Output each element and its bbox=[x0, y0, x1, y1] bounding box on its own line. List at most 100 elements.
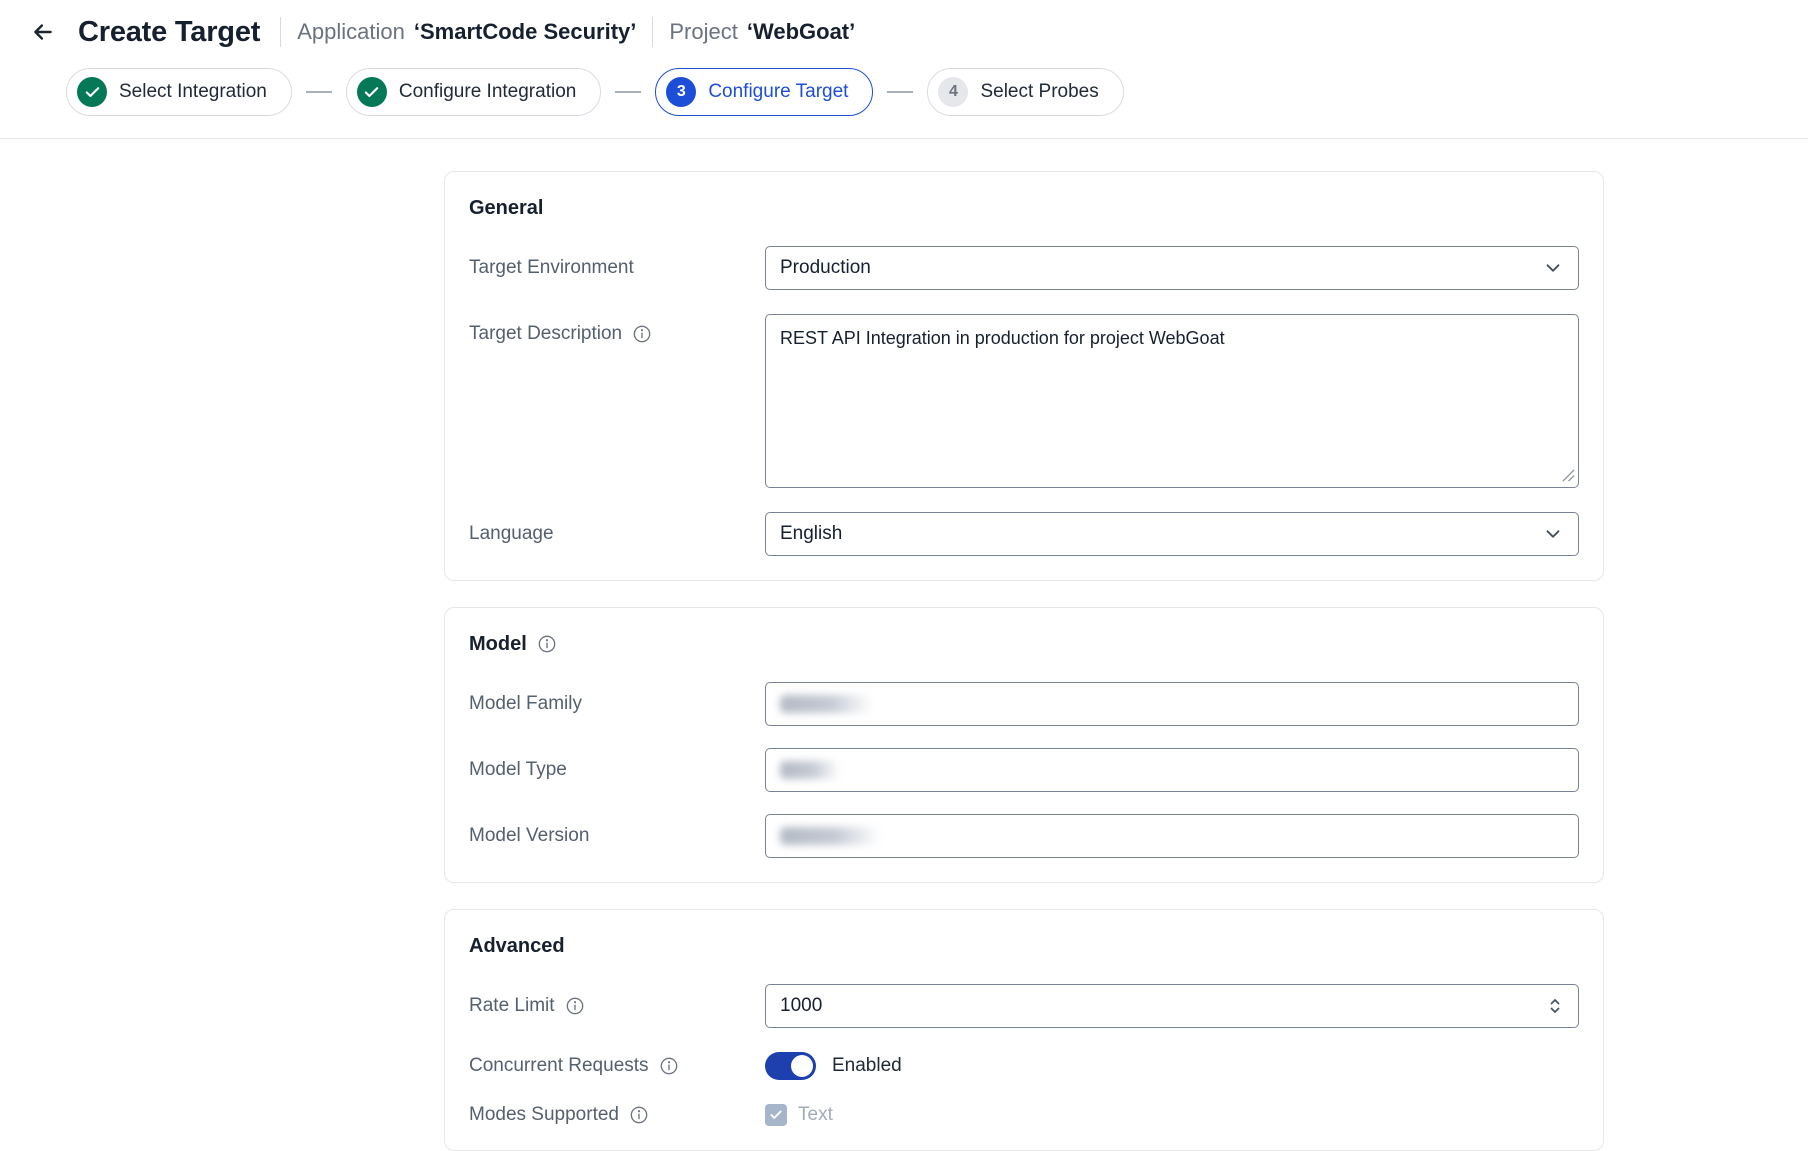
model-version-label-wrap: Model Version bbox=[469, 825, 765, 847]
language-value: English bbox=[780, 523, 842, 545]
project-value: ‘WebGoat’ bbox=[747, 19, 855, 45]
target-description-row: Target Description REST API Integration … bbox=[469, 314, 1579, 488]
mode-text-checkbox[interactable] bbox=[765, 1104, 787, 1126]
model-type-field bbox=[765, 748, 1579, 792]
step-select-probes[interactable]: 4 Select Probes bbox=[927, 68, 1123, 116]
general-section-header: General bbox=[469, 196, 1579, 220]
concurrent-requests-toggle[interactable] bbox=[765, 1052, 816, 1080]
model-type-label: Model Type bbox=[469, 759, 567, 781]
breadcrumb-divider bbox=[280, 17, 281, 47]
model-version-input[interactable] bbox=[765, 814, 1579, 858]
target-description-field: REST API Integration in production for p… bbox=[765, 314, 1579, 488]
model-family-label-wrap: Model Family bbox=[469, 693, 765, 715]
check-icon bbox=[769, 1108, 783, 1122]
model-family-field bbox=[765, 682, 1579, 726]
rate-limit-row: Rate Limit bbox=[469, 984, 1579, 1028]
redacted-value bbox=[780, 761, 840, 779]
toggle-knob bbox=[791, 1055, 813, 1077]
info-icon[interactable] bbox=[659, 1056, 679, 1076]
step-configure-target[interactable]: 3 Configure Target bbox=[655, 68, 873, 116]
model-type-input[interactable] bbox=[765, 748, 1579, 792]
breadcrumb-divider bbox=[652, 17, 653, 47]
step-configure-integration[interactable]: Configure Integration bbox=[346, 68, 601, 116]
application-value: ‘SmartCode Security’ bbox=[414, 19, 637, 45]
breadcrumb-application: Application ‘SmartCode Security’ bbox=[297, 19, 636, 45]
step-connector bbox=[887, 91, 913, 93]
concurrent-requests-row: Concurrent Requests Enabled bbox=[469, 1052, 1579, 1080]
step-connector bbox=[615, 91, 641, 93]
concurrent-requests-label: Concurrent Requests bbox=[469, 1055, 649, 1077]
target-description-label: Target Description bbox=[469, 323, 622, 345]
target-environment-field: Production bbox=[765, 246, 1579, 290]
advanced-section: Advanced Rate Limit bbox=[444, 909, 1604, 1151]
target-environment-value: Production bbox=[780, 257, 871, 279]
target-environment-row: Target Environment Production bbox=[469, 246, 1579, 290]
rate-limit-label-wrap: Rate Limit bbox=[469, 995, 765, 1017]
model-type-label-wrap: Model Type bbox=[469, 759, 765, 781]
step-connector bbox=[306, 91, 332, 93]
model-version-row: Model Version bbox=[469, 814, 1579, 858]
form-content: General Target Environment Production bbox=[444, 171, 1604, 1151]
modes-supported-label-wrap: Modes Supported bbox=[469, 1104, 765, 1126]
mode-text-label: Text bbox=[798, 1104, 833, 1126]
model-family-input[interactable] bbox=[765, 682, 1579, 726]
model-section-title: Model bbox=[469, 633, 527, 656]
model-section: Model Model Family Model Type bbox=[444, 607, 1604, 883]
concurrent-requests-label-wrap: Concurrent Requests bbox=[469, 1055, 765, 1077]
resize-grip-icon[interactable] bbox=[1561, 468, 1576, 483]
back-button[interactable] bbox=[24, 13, 62, 51]
target-environment-label: Target Environment bbox=[469, 257, 634, 279]
info-icon[interactable] bbox=[632, 324, 652, 344]
arrow-left-icon bbox=[30, 19, 56, 45]
model-family-label: Model Family bbox=[469, 693, 582, 715]
advanced-section-header: Advanced bbox=[469, 934, 1579, 958]
header-divider bbox=[0, 138, 1808, 139]
info-icon[interactable] bbox=[629, 1105, 649, 1125]
step-select-integration[interactable]: Select Integration bbox=[66, 68, 292, 116]
target-environment-label-wrap: Target Environment bbox=[469, 257, 765, 279]
rate-limit-field bbox=[765, 984, 1579, 1028]
language-row: Language English bbox=[469, 512, 1579, 556]
language-select[interactable]: English bbox=[765, 512, 1579, 556]
modes-supported-row: Modes Supported Text bbox=[469, 1104, 1579, 1126]
step-label: Select Probes bbox=[980, 81, 1098, 103]
model-version-field bbox=[765, 814, 1579, 858]
step-number-badge: 3 bbox=[666, 77, 696, 107]
step-label: Configure Integration bbox=[399, 81, 576, 103]
model-section-header: Model bbox=[469, 632, 1579, 656]
target-environment-select[interactable]: Production bbox=[765, 246, 1579, 290]
toggle-status-label: Enabled bbox=[832, 1055, 902, 1077]
breadcrumb-project: Project ‘WebGoat’ bbox=[669, 19, 855, 45]
info-icon[interactable] bbox=[565, 996, 585, 1016]
wizard-stepper: Select Integration Configure Integration… bbox=[0, 64, 1808, 138]
general-section-title: General bbox=[469, 197, 543, 220]
model-family-row: Model Family bbox=[469, 682, 1579, 726]
general-section: General Target Environment Production bbox=[444, 171, 1604, 581]
step-label: Select Integration bbox=[119, 81, 267, 103]
advanced-section-title: Advanced bbox=[469, 935, 565, 958]
step-label: Configure Target bbox=[708, 81, 848, 103]
redacted-value bbox=[780, 827, 880, 845]
info-icon[interactable] bbox=[537, 634, 557, 654]
check-icon bbox=[84, 84, 101, 101]
chevron-down-icon bbox=[1542, 257, 1564, 279]
step-number-badge: 4 bbox=[938, 77, 968, 107]
create-target-page: Create Target Application ‘SmartCode Sec… bbox=[0, 0, 1808, 1151]
language-label: Language bbox=[469, 523, 554, 545]
chevron-down-icon bbox=[1542, 523, 1564, 545]
concurrent-requests-field: Enabled bbox=[765, 1052, 1579, 1080]
target-description-textarea[interactable]: REST API Integration in production for p… bbox=[765, 314, 1579, 488]
rate-limit-label: Rate Limit bbox=[469, 995, 555, 1017]
redacted-value bbox=[780, 695, 872, 713]
project-label: Project bbox=[669, 19, 737, 45]
modes-supported-label: Modes Supported bbox=[469, 1104, 619, 1126]
target-description-label-wrap: Target Description bbox=[469, 314, 765, 345]
page-title: Create Target bbox=[78, 16, 260, 49]
topbar: Create Target Application ‘SmartCode Sec… bbox=[0, 0, 1808, 64]
check-icon bbox=[363, 84, 380, 101]
rate-limit-input[interactable] bbox=[765, 984, 1579, 1028]
number-stepper-icon[interactable] bbox=[1543, 994, 1567, 1018]
language-label-wrap: Language bbox=[469, 523, 765, 545]
application-label: Application bbox=[297, 19, 405, 45]
model-version-label: Model Version bbox=[469, 825, 589, 847]
